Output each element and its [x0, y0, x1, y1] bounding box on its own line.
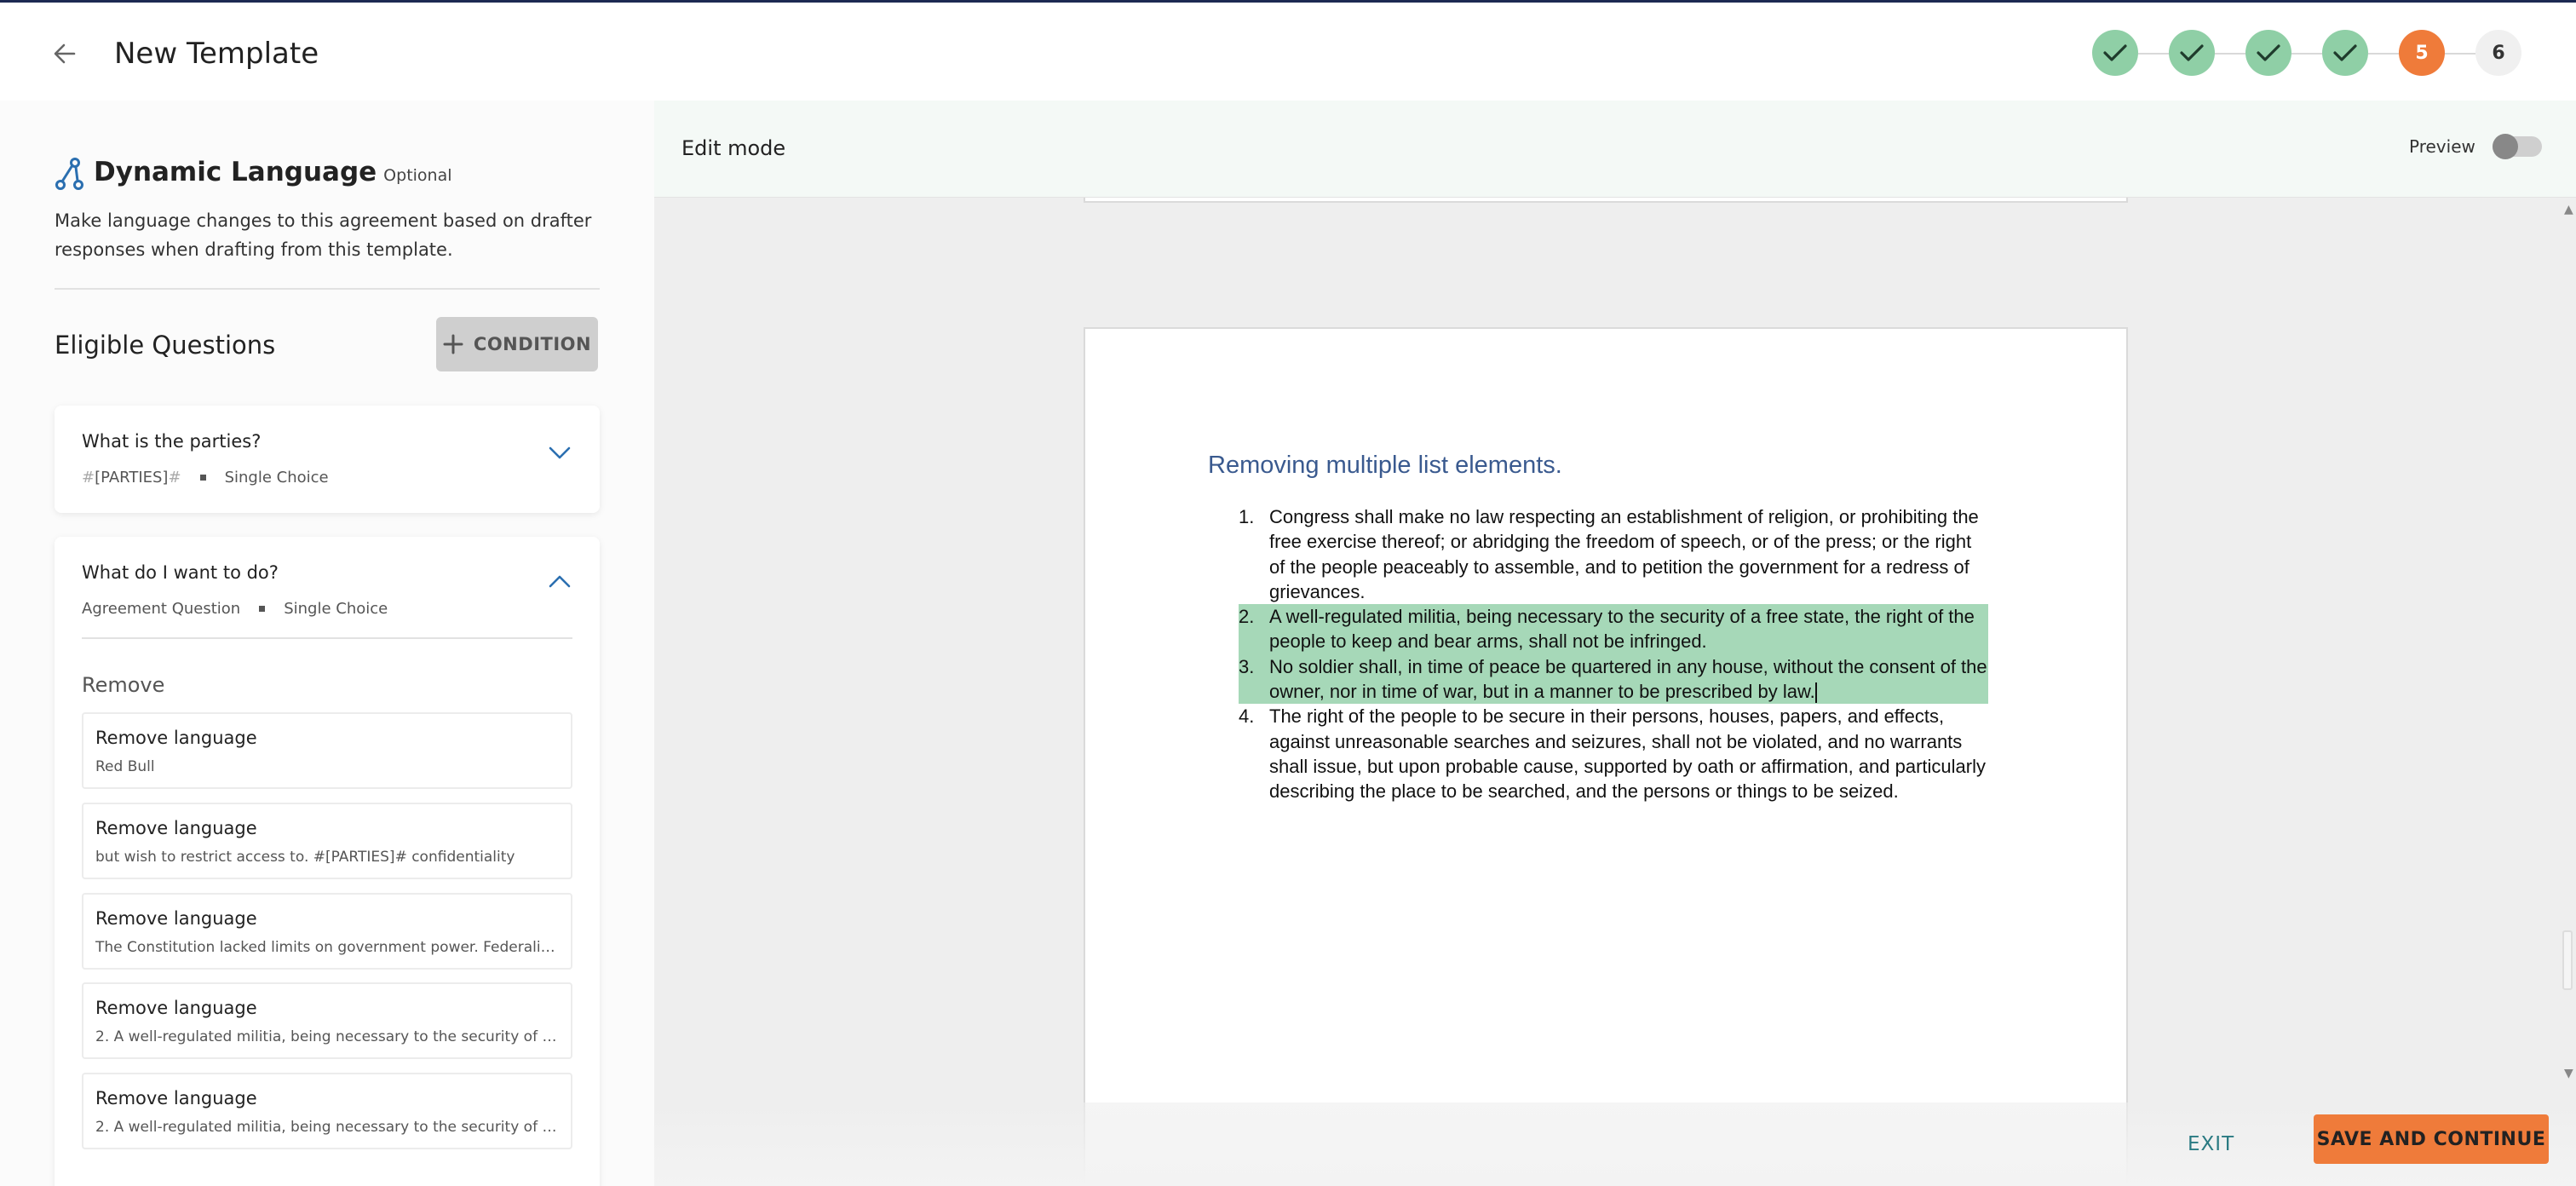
remove-language-item[interactable]: Remove language 2. A well-regulated mili…: [82, 1073, 572, 1149]
list-item[interactable]: 1. Congress shall make no law respecting…: [1239, 504, 1988, 604]
list-number: 2.: [1239, 606, 1255, 628]
placeholder-suffix: #: [168, 469, 181, 486]
placeholder-prefix: #: [82, 469, 95, 486]
remove-group-heading: Remove: [82, 673, 165, 697]
list-text: No soldier shall, in time of peace be qu…: [1269, 655, 1987, 703]
step-3[interactable]: [2245, 30, 2291, 76]
section-title: Dynamic Language: [94, 157, 377, 187]
list-number: 3.: [1239, 655, 1255, 677]
list-text: The right of the people to be secure in …: [1269, 705, 1986, 803]
list-text: Congress shall make no law respecting an…: [1269, 506, 1979, 602]
toggle-knob: [2493, 134, 2518, 159]
scroll-down-icon[interactable]: ▼: [2564, 1067, 2573, 1080]
item-subtitle: but wish to restrict access to. #[PARTIE…: [95, 849, 515, 866]
item-subtitle: Red Bull: [95, 758, 155, 775]
divider: [82, 637, 572, 639]
footer-bar: EXIT SAVE AND CONTINUE: [654, 1103, 2576, 1186]
preview-toggle[interactable]: [2493, 134, 2542, 159]
question-title[interactable]: What do I want to do?: [82, 562, 279, 583]
step-connector: [2215, 53, 2245, 55]
divider: [55, 288, 600, 290]
document-list[interactable]: 1. Congress shall make no law respecting…: [1239, 504, 1988, 804]
step-6[interactable]: 6: [2475, 30, 2521, 76]
question-category: Agreement Question: [82, 600, 241, 618]
question-card[interactable]: What is the parties? # [PARTIES] # Singl…: [55, 406, 600, 513]
step-connector: [2138, 53, 2169, 55]
condition-label: CONDITION: [473, 334, 592, 354]
save-and-continue-button[interactable]: SAVE AND CONTINUE: [2314, 1114, 2549, 1164]
separator-dot: [259, 606, 266, 612]
item-title: Remove language: [95, 818, 257, 838]
list-item[interactable]: 4. The right of the people to be secure …: [1239, 704, 1988, 803]
edit-mode-label: Edit mode: [681, 136, 786, 160]
item-subtitle: 2. A well-regulated militia, being neces…: [95, 1119, 561, 1136]
step-connector: [2368, 53, 2399, 55]
add-condition-button[interactable]: CONDITION: [436, 317, 598, 371]
list-item-highlighted[interactable]: 2. A well-regulated militia, being neces…: [1239, 604, 1988, 654]
dynamic-language-header: Dynamic Language Optional: [55, 157, 452, 191]
check-icon: [2333, 44, 2357, 61]
eligible-questions-title: Eligible Questions: [55, 331, 276, 360]
previous-page: [1084, 198, 2128, 203]
sidebar: Dynamic Language Optional Make language …: [0, 101, 654, 1186]
question-meta: # [PARTIES] # Single Choice: [82, 469, 329, 486]
item-title: Remove language: [95, 908, 257, 929]
question-meta: Agreement Question Single Choice: [82, 600, 388, 618]
optional-label: Optional: [383, 166, 452, 185]
question-type: Single Choice: [224, 469, 329, 486]
check-icon: [2180, 44, 2204, 61]
plus-icon: [443, 334, 463, 354]
list-number: 1.: [1239, 506, 1255, 527]
question-card-expanded: What do I want to do? Agreement Question…: [55, 537, 600, 1186]
step-1[interactable]: [2092, 30, 2138, 76]
branch-icon: [55, 158, 83, 190]
remove-language-item[interactable]: Remove language Red Bull: [82, 712, 572, 789]
step-2[interactable]: [2169, 30, 2215, 76]
document-scroll-area: Removing multiple list elements. 1. Cong…: [654, 198, 2576, 1186]
editor-panel: Edit mode Preview Removing multiple list…: [654, 101, 2576, 1186]
preview-label: Preview: [2409, 136, 2475, 157]
page-title: New Template: [114, 37, 319, 71]
step-5[interactable]: 5: [2399, 30, 2445, 76]
document-scrollbar[interactable]: ▲ ▼: [2559, 198, 2576, 1186]
question-title: What is the parties?: [82, 431, 262, 452]
separator-dot: [199, 475, 206, 481]
list-item-highlighted[interactable]: 3. No soldier shall, in time of peace be…: [1239, 653, 1988, 705]
exit-button[interactable]: EXIT: [2188, 1133, 2234, 1155]
question-type: Single Choice: [284, 600, 388, 618]
placeholder-tag: [PARTIES]: [95, 469, 169, 486]
top-bar: New Template 5 6: [0, 0, 2576, 101]
item-subtitle: 2. A well-regulated militia, being neces…: [95, 1028, 561, 1045]
chevron-up-icon[interactable]: [549, 574, 571, 588]
arrow-left-icon: [54, 43, 76, 64]
remove-language-item[interactable]: Remove language 2. A well-regulated mili…: [82, 982, 572, 1059]
check-icon: [2257, 44, 2280, 61]
remove-language-item[interactable]: Remove language but wish to restrict acc…: [82, 803, 572, 879]
step-connector: [2291, 53, 2322, 55]
chevron-down-icon[interactable]: [549, 446, 571, 460]
section-description: Make language changes to this agreement …: [55, 210, 592, 260]
item-subtitle: The Constitution lacked limits on govern…: [95, 939, 561, 956]
document-heading: Removing multiple list elements.: [1208, 452, 1562, 479]
item-title: Remove language: [95, 998, 257, 1018]
check-icon: [2103, 44, 2127, 61]
progress-stepper: 5 6: [2092, 30, 2535, 78]
editor-toolbar: Edit mode Preview: [654, 101, 2576, 198]
list-text: A well-regulated militia, being necessar…: [1269, 606, 1975, 653]
text-cursor: [1814, 682, 1817, 704]
step-connector: [2445, 53, 2475, 55]
remove-language-item[interactable]: Remove language The Constitution lacked …: [82, 893, 572, 970]
item-title: Remove language: [95, 728, 257, 748]
scroll-up-icon[interactable]: ▲: [2564, 203, 2573, 216]
document-page[interactable]: Removing multiple list elements. 1. Cong…: [1084, 327, 2128, 1186]
scroll-thumb[interactable]: [2562, 930, 2573, 990]
step-4[interactable]: [2322, 30, 2368, 76]
item-title: Remove language: [95, 1088, 257, 1108]
list-number: 4.: [1239, 705, 1255, 728]
back-button[interactable]: [44, 33, 85, 74]
